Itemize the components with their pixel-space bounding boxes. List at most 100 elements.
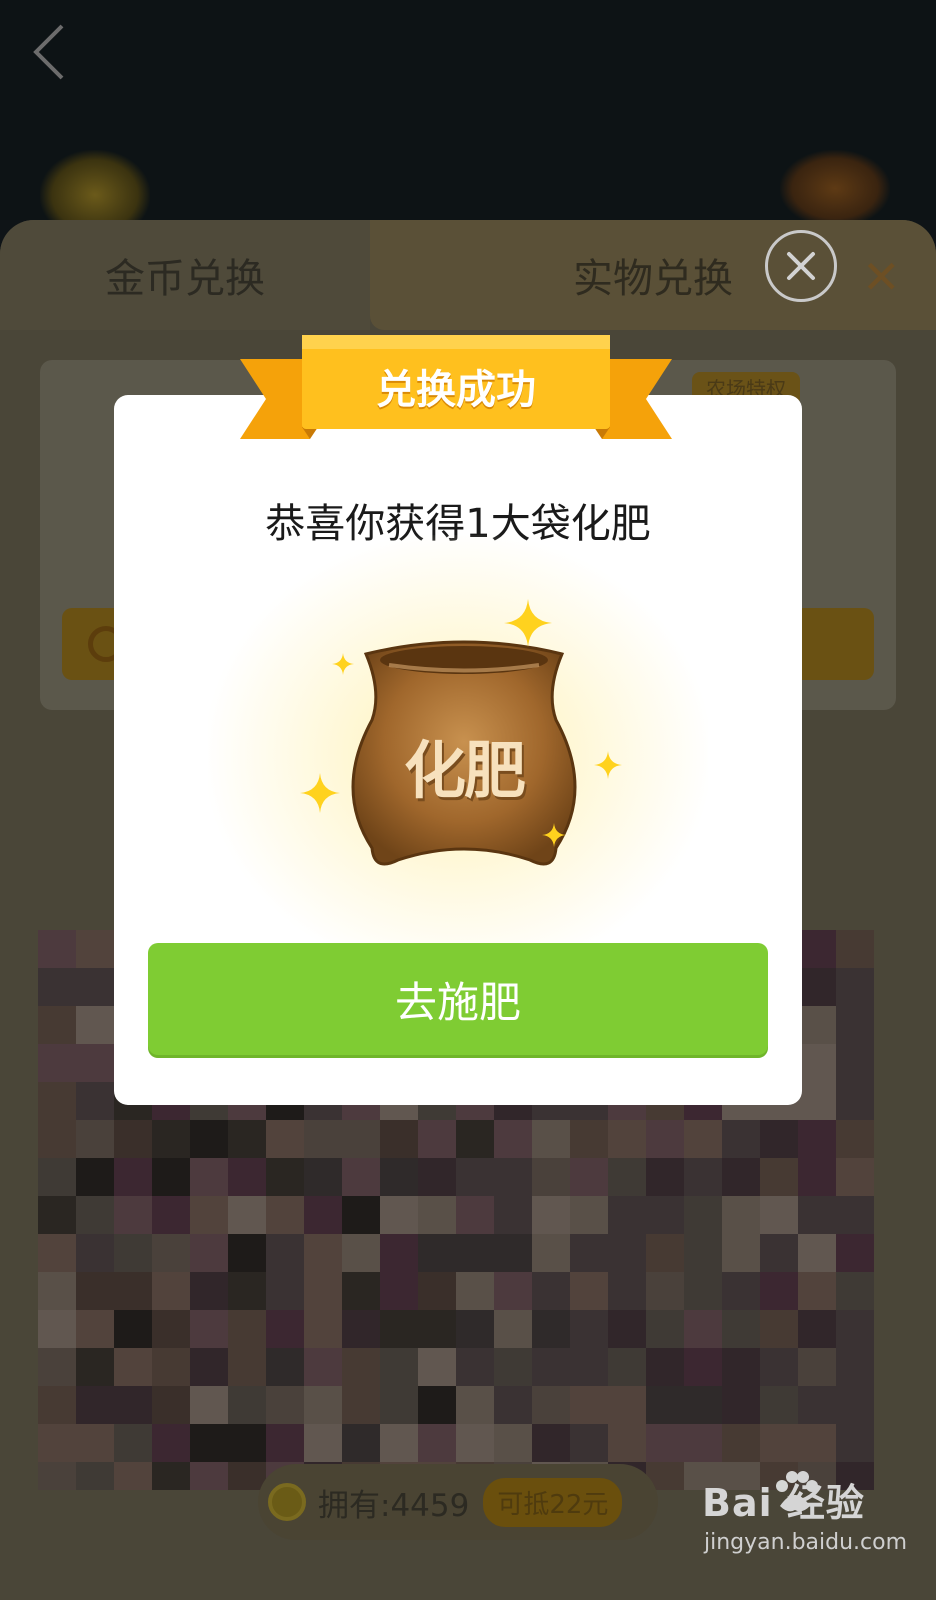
- mosaic-tile: [494, 1196, 532, 1234]
- balance-bar: 拥有:4459 可抵22元: [258, 1464, 658, 1540]
- sparkle-icon: [332, 653, 354, 675]
- mosaic-tile: [494, 1348, 532, 1386]
- mosaic-tile: [798, 1272, 836, 1310]
- mosaic-tile: [228, 1310, 266, 1348]
- mosaic-tile: [76, 1424, 114, 1462]
- mosaic-tile: [722, 1348, 760, 1386]
- mosaic-tile: [494, 1234, 532, 1272]
- mosaic-tile: [190, 1348, 228, 1386]
- mosaic-tile: [342, 1424, 380, 1462]
- mosaic-tile: [798, 1386, 836, 1424]
- mosaic-tile: [114, 1196, 152, 1234]
- mosaic-tile: [532, 1310, 570, 1348]
- mosaic-tile: [836, 1310, 874, 1348]
- mosaic-tile: [608, 1424, 646, 1462]
- mosaic-tile: [760, 1348, 798, 1386]
- mosaic-tile: [38, 1272, 76, 1310]
- mosaic-tile: [304, 1158, 342, 1196]
- mosaic-tile: [608, 1158, 646, 1196]
- mosaic-tile: [380, 1310, 418, 1348]
- success-banner: 兑换成功: [240, 335, 672, 445]
- sparkle-icon: [542, 823, 566, 847]
- mosaic-tile: [38, 1462, 76, 1490]
- mosaic-tile: [836, 1386, 874, 1424]
- mosaic-tile: [228, 1196, 266, 1234]
- mosaic-tile: [494, 1120, 532, 1158]
- mosaic-tile: [380, 1196, 418, 1234]
- mosaic-tile: [646, 1158, 684, 1196]
- mosaic-tile: [836, 1272, 874, 1310]
- mosaic-tile: [190, 1386, 228, 1424]
- mosaic-tile: [152, 1310, 190, 1348]
- mosaic-tile: [342, 1272, 380, 1310]
- mosaic-tile: [304, 1272, 342, 1310]
- sparkle-icon: [504, 599, 552, 647]
- mosaic-tile: [798, 1158, 836, 1196]
- mosaic-tile: [342, 1310, 380, 1348]
- mosaic-tile: [38, 1120, 76, 1158]
- mosaic-tile: [836, 1082, 874, 1120]
- apply-fertilizer-button[interactable]: 去施肥: [148, 943, 768, 1055]
- mosaic-tile: [228, 1272, 266, 1310]
- mosaic-tile: [532, 1348, 570, 1386]
- mosaic-tile: [342, 1120, 380, 1158]
- chevron-left-icon[interactable]: [30, 22, 70, 82]
- mosaic-tile: [38, 930, 76, 968]
- mosaic-tile: [418, 1424, 456, 1462]
- decoration-right: [780, 150, 890, 220]
- top-bar: [0, 0, 936, 225]
- mosaic-tile: [418, 1234, 456, 1272]
- mosaic-tile: [76, 1462, 114, 1490]
- mosaic-tile: [228, 1386, 266, 1424]
- mosaic-tile: [722, 1158, 760, 1196]
- mosaic-tile: [76, 1386, 114, 1424]
- tab-physical-exchange[interactable]: 实物兑换: [370, 220, 936, 330]
- mosaic-tile: [266, 1158, 304, 1196]
- mosaic-tile: [304, 1348, 342, 1386]
- mosaic-tile: [114, 1158, 152, 1196]
- mosaic-tile: [494, 1424, 532, 1462]
- mosaic-tile: [532, 1424, 570, 1462]
- mosaic-tile: [152, 1272, 190, 1310]
- mosaic-tile: [380, 1386, 418, 1424]
- balance-text: 拥有:4459: [318, 1487, 470, 1524]
- mosaic-tile: [228, 1424, 266, 1462]
- mosaic-tile: [190, 1424, 228, 1462]
- sparkle-icon: [594, 751, 622, 779]
- mosaic-tile: [418, 1120, 456, 1158]
- mosaic-tile: [114, 1462, 152, 1490]
- mosaic-tile: [38, 1310, 76, 1348]
- mosaic-tile: [570, 1158, 608, 1196]
- mosaic-tile: [76, 1310, 114, 1348]
- mosaic-tile: [836, 1424, 874, 1462]
- mosaic-tile: [532, 1196, 570, 1234]
- mosaic-tile: [152, 1196, 190, 1234]
- mosaic-tile: [342, 1234, 380, 1272]
- mosaic-tile: [760, 1310, 798, 1348]
- mosaic-tile: [532, 1120, 570, 1158]
- mosaic-tile: [608, 1272, 646, 1310]
- success-dialog: 恭喜你获得1大袋化肥 化肥 去施肥: [114, 395, 802, 1105]
- mosaic-tile: [798, 1234, 836, 1272]
- mosaic-tile: [418, 1386, 456, 1424]
- close-icon[interactable]: [765, 230, 837, 302]
- mosaic-tile: [76, 1234, 114, 1272]
- mosaic-tile: [38, 1348, 76, 1386]
- mosaic-tile: [570, 1386, 608, 1424]
- mosaic-tile: [456, 1310, 494, 1348]
- mosaic-tile: [798, 1310, 836, 1348]
- banner-title: 兑换成功: [376, 367, 536, 413]
- mosaic-tile: [684, 1348, 722, 1386]
- mosaic-tile: [304, 1310, 342, 1348]
- mosaic-tile: [836, 1006, 874, 1044]
- mosaic-tile: [190, 1234, 228, 1272]
- mosaic-tile: [342, 1158, 380, 1196]
- decoration-left: [40, 150, 150, 225]
- mosaic-tile: [152, 1158, 190, 1196]
- watermark-url: jingyan.baidu.com: [704, 1530, 908, 1555]
- tab-gold-exchange[interactable]: 金币兑换: [0, 220, 370, 330]
- mosaic-tile: [76, 1006, 114, 1044]
- mosaic-tile: [608, 1234, 646, 1272]
- sheet-close-icon[interactable]: ✕: [862, 250, 901, 304]
- mosaic-tile: [456, 1386, 494, 1424]
